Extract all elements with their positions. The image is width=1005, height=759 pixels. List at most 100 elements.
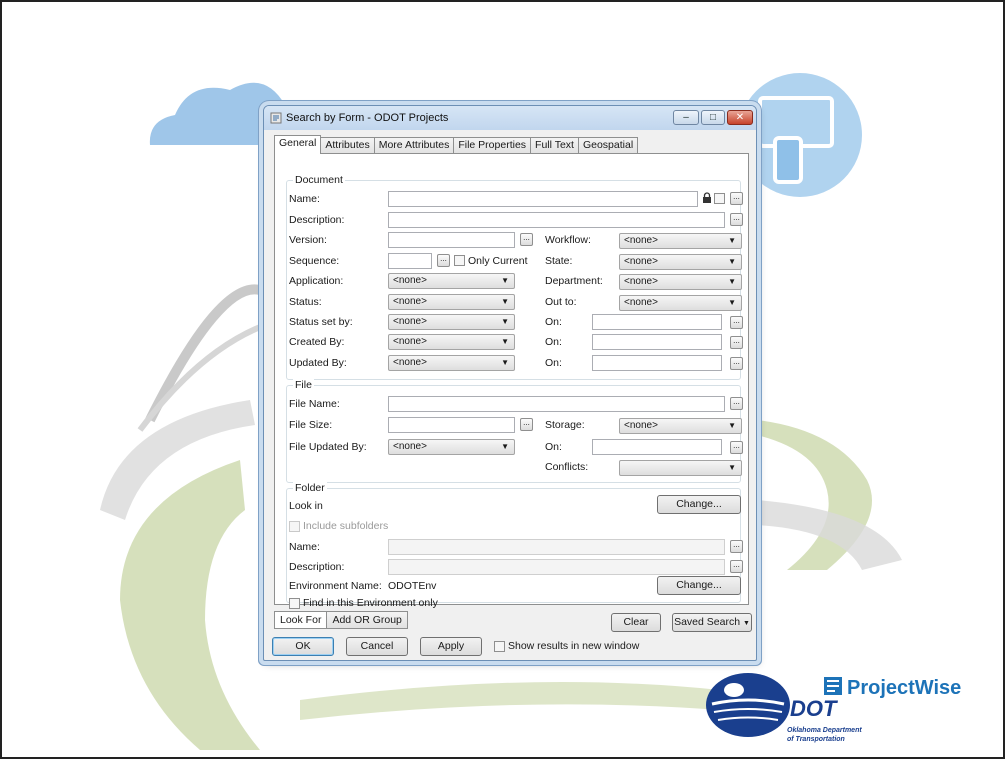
state-dropdown[interactable]: <none> ▼ [619,254,742,270]
document-group-title: Document [293,174,345,186]
chevron-down-icon: ▼ [728,257,736,266]
file-size-browse-button[interactable]: ... [520,418,533,431]
department-dropdown[interactable]: <none> ▼ [619,274,742,290]
chevron-down-icon: ▼ [728,277,736,286]
name-label: Name: [289,193,320,205]
created-by-label: Created By: [289,336,345,348]
tab-strip: General Attributes More Attributes File … [274,135,639,154]
chevron-down-icon: ▼ [501,442,509,451]
application-value: <none> [393,275,427,286]
road-swoosh-left [120,460,260,750]
apply-button[interactable]: Apply [420,637,482,656]
department-label: Department: [545,275,603,287]
updated-on-date-input[interactable] [592,355,722,371]
folder-name-label: Name: [289,541,320,553]
maximize-icon: □ [709,112,717,123]
phone-shape [773,136,803,184]
department-value: <none> [624,276,658,287]
title-bar[interactable]: Search by Form - ODOT Projects – □ ✕ [264,106,756,130]
tab-file-properties[interactable]: File Properties [453,137,532,154]
created-by-dropdown[interactable]: <none> ▼ [388,334,515,350]
workflow-label: Workflow: [545,234,591,246]
environment-change-button[interactable]: Change... [657,576,741,595]
tab-add-or-group[interactable]: Add OR Group [326,611,408,629]
version-browse-button[interactable]: ... [520,233,533,246]
file-updated-by-label: File Updated By: [289,441,367,453]
name-input[interactable] [388,191,698,207]
storage-dropdown[interactable]: <none> ▼ [619,418,742,434]
folder-description-browse-button[interactable]: ... [730,560,743,573]
sequence-browse-button[interactable]: ... [437,254,450,267]
chevron-down-icon: ▼ [501,297,509,306]
file-on-date-button[interactable]: ... [730,441,743,454]
close-icon: ✕ [735,112,745,123]
folder-name-input[interactable] [388,539,725,555]
description-browse-button[interactable]: ... [730,213,743,226]
minimize-icon: – [683,112,689,123]
include-subfolders-label: Include subfolders [303,520,389,532]
look-in-label: Look in [289,500,323,512]
file-on-date-input[interactable] [592,439,722,455]
include-subfolders-checkbox[interactable] [289,521,300,532]
sequence-input[interactable] [388,253,432,269]
updated-by-dropdown[interactable]: <none> ▼ [388,355,515,371]
tab-full-text[interactable]: Full Text [530,137,579,154]
tab-general[interactable]: General [274,135,322,154]
chevron-down-icon: ▼ [728,463,736,472]
show-results-new-window-checkbox[interactable] [494,641,505,652]
created-on-date-input[interactable] [592,334,722,350]
name-browse-button[interactable]: ... [730,192,743,205]
tab-look-for[interactable]: Look For [274,611,328,629]
file-name-browse-button[interactable]: ... [730,397,743,410]
close-button[interactable]: ✕ [727,110,753,125]
file-size-input[interactable] [388,417,515,433]
clear-button[interactable]: Clear [611,613,661,632]
conflicts-label: Conflicts: [545,461,589,473]
application-dropdown[interactable]: <none> ▼ [388,273,515,289]
file-name-input[interactable] [388,396,725,412]
status-on-date-button[interactable]: ... [730,316,743,329]
minimize-button[interactable]: – [673,110,699,125]
folder-description-label: Description: [289,561,345,573]
folder-description-input[interactable] [388,559,725,575]
ok-button[interactable]: OK [272,637,334,656]
odot-logo-mark: DOT [790,696,837,721]
find-in-environment-checkbox[interactable] [289,598,300,609]
only-current-checkbox[interactable] [454,255,465,266]
status-set-by-label: Status set by: [289,316,353,328]
name-exact-checkbox[interactable] [714,193,725,204]
tab-geospatial[interactable]: Geospatial [577,137,639,154]
environment-name-label: Environment Name: [289,580,382,592]
search-form-icon [270,112,282,124]
folder-name-browse-button[interactable]: ... [730,540,743,553]
search-by-form-window: Search by Form - ODOT Projects – □ ✕ Gen… [263,105,757,661]
updated-on-date-button[interactable]: ... [730,357,743,370]
maximize-button[interactable]: □ [701,110,725,125]
state-label: State: [545,255,573,267]
chevron-down-icon: ▼ [501,276,509,285]
chevron-down-icon: ▼ [501,317,509,326]
status-set-by-dropdown[interactable]: <none> ▼ [388,314,515,330]
road-swoosh-bottom [300,682,720,720]
workflow-dropdown[interactable]: <none> ▼ [619,233,742,249]
tab-attributes[interactable]: Attributes [320,137,375,154]
tab-more-attributes[interactable]: More Attributes [373,137,455,154]
chevron-down-icon: ▼ [501,337,509,346]
file-group: File File Name: ... File Size: ... Stora… [286,379,743,483]
cancel-button[interactable]: Cancel [346,637,408,656]
status-dropdown[interactable]: <none> ▼ [388,294,515,310]
created-on-label: On: [545,336,562,348]
description-input[interactable] [388,212,725,228]
version-input[interactable] [388,232,515,248]
created-on-date-button[interactable]: ... [730,336,743,349]
conflicts-dropdown[interactable]: ▼ [619,460,742,476]
saved-search-button[interactable]: Saved Search ▼ [672,613,752,632]
file-updated-by-dropdown[interactable]: <none> ▼ [388,439,515,455]
odot-logo-caption-1: Oklahoma Department [787,727,862,734]
find-in-environment-label: Find in this Environment only [303,597,438,609]
out-to-dropdown[interactable]: <none> ▼ [619,295,742,311]
file-on-label: On: [545,441,562,453]
look-in-change-button[interactable]: Change... [657,495,741,514]
status-on-date-input[interactable] [592,314,722,330]
lock-icon[interactable] [702,192,712,204]
